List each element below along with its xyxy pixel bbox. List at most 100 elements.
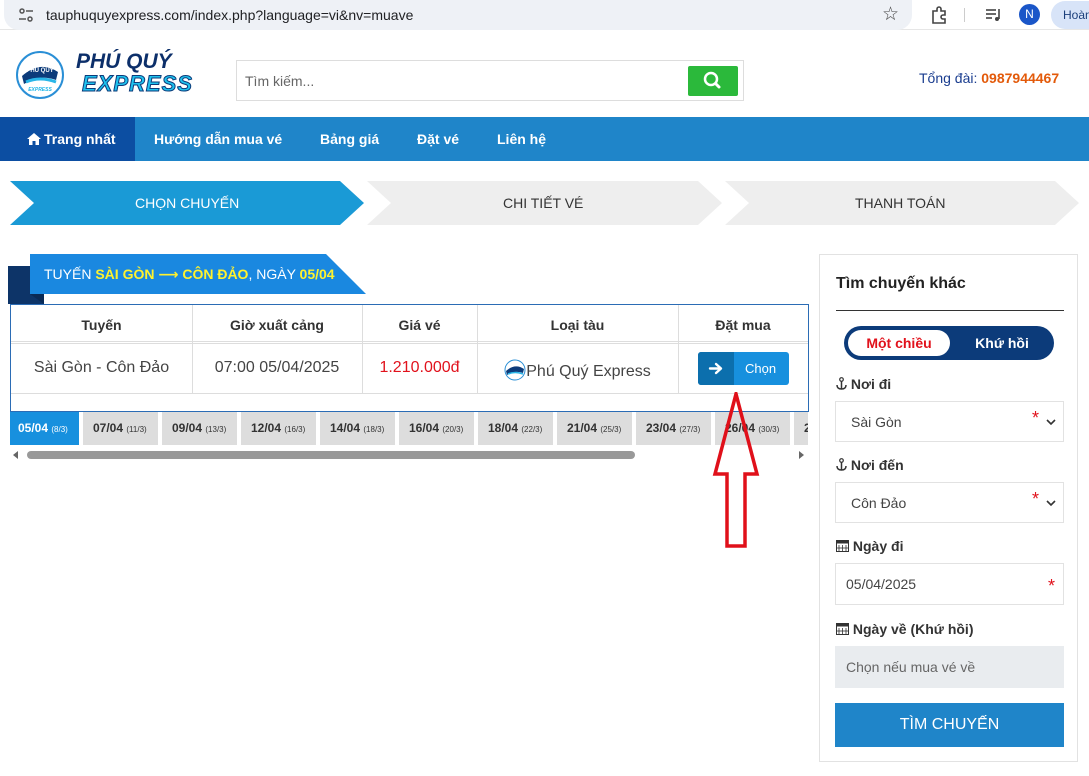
step-payment: Thanh toán: [855, 195, 946, 211]
anchor-icon: [836, 458, 847, 471]
round-trip-option[interactable]: Khứ hồi: [956, 326, 1048, 360]
site-settings-icon[interactable]: [18, 7, 34, 23]
cell-departure: 07:00 05/04/2025: [214, 359, 340, 376]
column-header-price: Giá vé: [398, 317, 441, 333]
nav-item-label: Trang nhất: [44, 131, 116, 147]
hotline-label: Tổng đài:: [919, 70, 978, 86]
hotline: Tổng đài: 0987944467: [919, 70, 1059, 86]
date-tab[interactable]: 16/04 (20/3): [399, 412, 474, 445]
search-button[interactable]: [688, 66, 738, 96]
search-trip-button[interactable]: TÌM CHUYẾN: [835, 703, 1064, 747]
chevron-down-icon: [1046, 500, 1056, 507]
trip-table: Tuyến Giờ xuất cảng Giá vé Loại tàu Đặt …: [10, 304, 809, 412]
cell-price: 1.210.000đ: [379, 359, 460, 376]
nav-item-booking[interactable]: Đặt vé: [417, 117, 459, 161]
toolbar-divider: [964, 8, 965, 22]
date-tab[interactable]: 12/04 (16/3): [241, 412, 316, 445]
calendar-icon: [836, 623, 849, 635]
extensions-icon[interactable]: [929, 5, 949, 25]
bookmark-star-icon[interactable]: ☆: [882, 3, 899, 26]
date-tabs-scrollbar[interactable]: [10, 448, 808, 462]
cell-vessel: Phú Quý Express: [477, 359, 678, 381]
home-icon: [27, 133, 41, 145]
logo-subtitle: EXPRESS: [82, 71, 193, 97]
date-tab[interactable]: 18/04 (22/3): [478, 412, 553, 445]
logo-emblem-subtext: EXPRESS: [28, 87, 52, 93]
nav-item-contact[interactable]: Liên hệ: [497, 117, 546, 161]
step-choose-trip: Chọn chuyến: [135, 195, 240, 211]
required-mark: *: [1031, 489, 1039, 509]
chevron-down-icon: [1046, 419, 1056, 426]
vessel-logo-icon: [504, 359, 526, 381]
date-tab[interactable]: 2: [794, 412, 808, 445]
date-tab[interactable]: 23/04 (27/3): [636, 412, 711, 445]
required-mark: *: [1031, 408, 1039, 428]
to-value: Côn Đảo: [851, 495, 907, 511]
nav-item-home[interactable]: Trang nhất: [0, 117, 135, 161]
browser-toolbar: tauphuquyexpress.com/index.php?language=…: [0, 0, 1089, 30]
return-date-placeholder: Chọn nếu mua vé về: [846, 659, 976, 675]
route-arrow-icon: ⟶: [158, 266, 179, 282]
required-mark: *: [1047, 576, 1055, 596]
nav-item-guide[interactable]: Hướng dẫn mua vé: [154, 117, 282, 161]
booking-steps: Chọn chuyến Chi tiết vé Thanh toán: [0, 180, 1089, 226]
trip-type-toggle[interactable]: Một chiều Khứ hồi: [844, 326, 1054, 360]
search-sidebar: Tìm chuyến khác Một chiều Khứ hồi Nơi đi…: [819, 254, 1078, 762]
route-banner: TUYẾN SÀI GÒN ⟶ CÔN ĐẢO, NGÀY 05/04: [44, 266, 335, 283]
search-input[interactable]: [237, 61, 685, 100]
choose-trip-label: Chọn: [745, 361, 777, 376]
step-ticket-details: Chi tiết vé: [503, 195, 584, 211]
media-queue-icon[interactable]: [984, 5, 1004, 25]
scroll-thumb[interactable]: [27, 451, 635, 459]
route-to: CÔN ĐẢO: [182, 266, 249, 282]
vessel-name: Phú Quý Express: [526, 363, 651, 380]
hotline-number[interactable]: 0987944467: [981, 70, 1059, 86]
red-annotation-arrow: [712, 392, 760, 548]
return-date-label: Ngày về (Khứ hồi): [836, 621, 973, 637]
cell-route: Sài Gòn - Côn Đảo: [33, 359, 170, 376]
nav-item-pricing[interactable]: Bảng giá: [320, 117, 379, 161]
from-select[interactable]: Sài Gòn *: [835, 401, 1064, 442]
to-select[interactable]: Côn Đảo *: [835, 482, 1064, 523]
column-header-vessel: Loại tàu: [550, 317, 605, 333]
date-tab[interactable]: 09/04 (13/3): [162, 412, 237, 445]
depart-date-label: Ngày đi: [836, 538, 903, 554]
arrow-right-icon: [698, 352, 734, 385]
choose-trip-button[interactable]: Chọn: [698, 352, 789, 385]
one-way-option[interactable]: Một chiều: [848, 330, 950, 356]
date-tab[interactable]: 21/04 (25/3): [557, 412, 632, 445]
header-divider: [11, 343, 808, 344]
header-divider: [11, 341, 808, 342]
from-value: Sài Gòn: [851, 414, 902, 430]
depart-date-value: 05/04/2025: [846, 576, 917, 592]
column-header-departure: Giờ xuất cảng: [230, 317, 324, 333]
route-prefix: TUYẾN: [44, 266, 92, 282]
calendar-icon: [836, 540, 849, 552]
column-header-action: Đặt mua: [715, 317, 771, 333]
main-nav: Trang nhất Hướng dẫn mua vé Bảng giá Đặt…: [0, 117, 1089, 161]
return-date-input[interactable]: Chọn nếu mua vé về: [835, 646, 1064, 688]
date-tab[interactable]: 05/04 (8/3): [10, 412, 79, 445]
search-icon: [703, 71, 721, 89]
profile-avatar[interactable]: N: [1019, 4, 1040, 25]
logo-emblem-text: PHÚ QUÝ: [26, 67, 53, 74]
route-from: SÀI GÒN: [95, 266, 155, 282]
route-date-prefix: , NGÀY: [248, 266, 296, 282]
address-bar[interactable]: tauphuquyexpress.com/index.php?language=…: [4, 0, 912, 30]
sidebar-divider: [836, 310, 1064, 311]
to-label: Nơi đến: [836, 457, 904, 473]
date-tabs: 05/04 (8/3) 07/04 (11/3) 09/04 (13/3) 12…: [10, 412, 808, 445]
sidebar-title: Tìm chuyến khác: [836, 275, 966, 292]
date-tab[interactable]: 14/04 (18/3): [320, 412, 395, 445]
site-logo[interactable]: PHÚ QUÝ EXPRESS PHÚ QUÝ EXPRESS: [16, 50, 206, 100]
route-date: 05/04: [299, 266, 335, 282]
row-divider: [11, 393, 808, 394]
from-label: Nơi đi: [836, 376, 891, 392]
profile-button[interactable]: Hoàn: [1051, 1, 1089, 29]
depart-date-input[interactable]: 05/04/2025 *: [835, 563, 1064, 605]
column-header-route: Tuyến: [81, 317, 122, 333]
date-tab[interactable]: 07/04 (11/3): [83, 412, 158, 445]
url-text[interactable]: tauphuquyexpress.com/index.php?language=…: [46, 7, 413, 23]
anchor-icon: [836, 377, 847, 390]
search-box: [236, 60, 744, 101]
